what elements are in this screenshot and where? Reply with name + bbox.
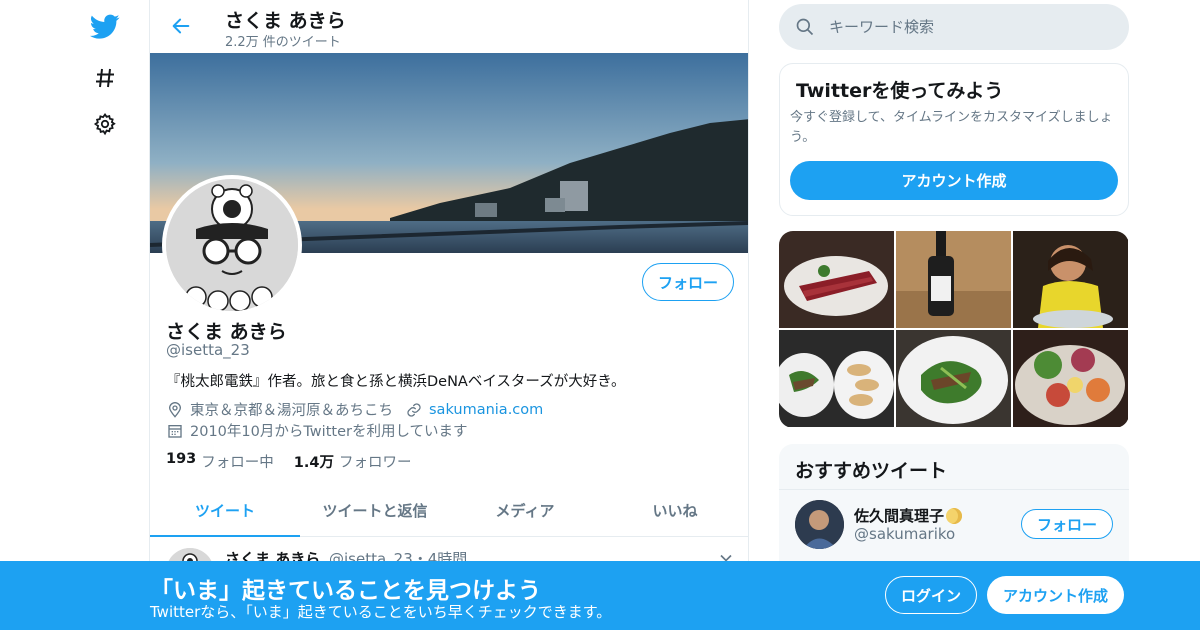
follow-button[interactable]: フォロー: [642, 263, 734, 301]
recommended-user-name-row: 佐久間真理子: [854, 505, 963, 526]
moon-emoji-icon: [946, 507, 963, 524]
recommended-user-avatar[interactable]: [795, 500, 844, 549]
profile-name: さくま あきら: [166, 321, 287, 343]
profile-handle: @isetta_23: [166, 341, 250, 359]
divider: [779, 489, 1129, 490]
profile-avatar[interactable]: [162, 175, 302, 315]
signup-card: Twitterを使ってみよう 今すぐ登録して、タイムラインをカスタマイズしましょ…: [779, 63, 1129, 216]
following-count[interactable]: 193: [166, 451, 196, 472]
header-title: さくま あきら: [225, 10, 346, 32]
link-icon: [405, 401, 423, 419]
profile-column: さくま あきら 2.2万 件のツイート フォロー さくま あきら @isetta…: [149, 0, 749, 630]
bottom-banner-subtitle: Twitterなら、「いま」起きていることをいち早くチェックできます。: [150, 603, 612, 621]
recommended-tweets-title: おすすめツイート: [795, 460, 948, 482]
back-arrow-icon[interactable]: [168, 13, 194, 39]
profile-stats: 193 フォロー中 1.4万 フォロワー: [166, 451, 431, 472]
calendar-icon: [166, 422, 184, 440]
following-label[interactable]: フォロー中: [201, 451, 274, 472]
gear-icon[interactable]: [90, 109, 120, 139]
recommended-user-name[interactable]: 佐久間真理子: [854, 505, 944, 526]
profile-joined-date: 2010年10月からTwitterを利用しています: [190, 424, 468, 440]
signup-card-title: Twitterを使ってみよう: [796, 80, 1004, 102]
media-photo-stir-fry-and-gyoza[interactable]: [779, 330, 894, 427]
media-photo-sliced-beef[interactable]: [779, 231, 894, 328]
media-photo-sake-bottle[interactable]: [896, 231, 1011, 328]
left-nav: [0, 0, 150, 630]
media-photo-salad-platter[interactable]: [1013, 330, 1128, 427]
page: さくま あきら 2.2万 件のツイート フォロー さくま あきら @isetta…: [0, 0, 1200, 630]
profile-joined-row: 2010年10月からTwitterを利用しています: [166, 420, 468, 441]
bottom-signup-banner: 「いま」起きていることを見つけよう Twitterなら、「いま」起きていることを…: [0, 561, 1200, 630]
tab-tweets[interactable]: ツイート: [150, 485, 300, 537]
sidebar: Twitterを使ってみよう 今すぐ登録して、タイムラインをカスタマイズしましょ…: [779, 0, 1129, 630]
media-photo-person-eating[interactable]: [1013, 231, 1128, 328]
login-button[interactable]: ログイン: [885, 576, 977, 614]
search-icon: [795, 17, 815, 37]
bottom-create-account-button[interactable]: アカウント作成: [987, 576, 1124, 614]
profile-location: 東京＆京都＆湯河原＆あちこち: [190, 403, 393, 419]
hashtag-icon[interactable]: [90, 63, 120, 93]
search-input[interactable]: [829, 18, 1089, 36]
recommended-user-handle: @sakumariko: [854, 525, 956, 543]
media-grid: [779, 231, 1129, 428]
media-photo-stir-fry-plate[interactable]: [896, 330, 1011, 427]
recommended-follow-button[interactable]: フォロー: [1021, 509, 1113, 539]
followers-label[interactable]: フォロワー: [339, 451, 412, 472]
signup-card-description: 今すぐ登録して、タイムラインをカスタマイズしましょう。: [790, 110, 1113, 145]
profile-bio: 『桃太郎電鉄』作者。旅と食と孫と横浜DeNAベイスターズが大好き。: [166, 374, 626, 390]
profile-header-bar: さくま あきら 2.2万 件のツイート: [150, 0, 748, 53]
tab-tweets-and-replies[interactable]: ツイートと返信: [300, 485, 450, 536]
search-box[interactable]: [779, 4, 1129, 50]
followers-count[interactable]: 1.4万: [294, 451, 334, 472]
twitter-logo-icon[interactable]: [90, 12, 120, 42]
location-pin-icon: [166, 401, 184, 419]
profile-tabs: ツイート ツイートと返信 メディア いいね: [150, 485, 748, 537]
bottom-banner-title: 「いま」起きていることを見つけよう: [150, 578, 541, 604]
header-tweet-count: 2.2万 件のツイート: [225, 35, 341, 50]
profile-website-link[interactable]: sakumania.com: [429, 402, 543, 418]
tab-likes[interactable]: いいね: [600, 485, 748, 536]
profile-meta-row: 東京＆京都＆湯河原＆あちこち sakumania.com: [166, 399, 543, 420]
create-account-button[interactable]: アカウント作成: [790, 161, 1118, 200]
tab-media[interactable]: メディア: [450, 485, 600, 536]
